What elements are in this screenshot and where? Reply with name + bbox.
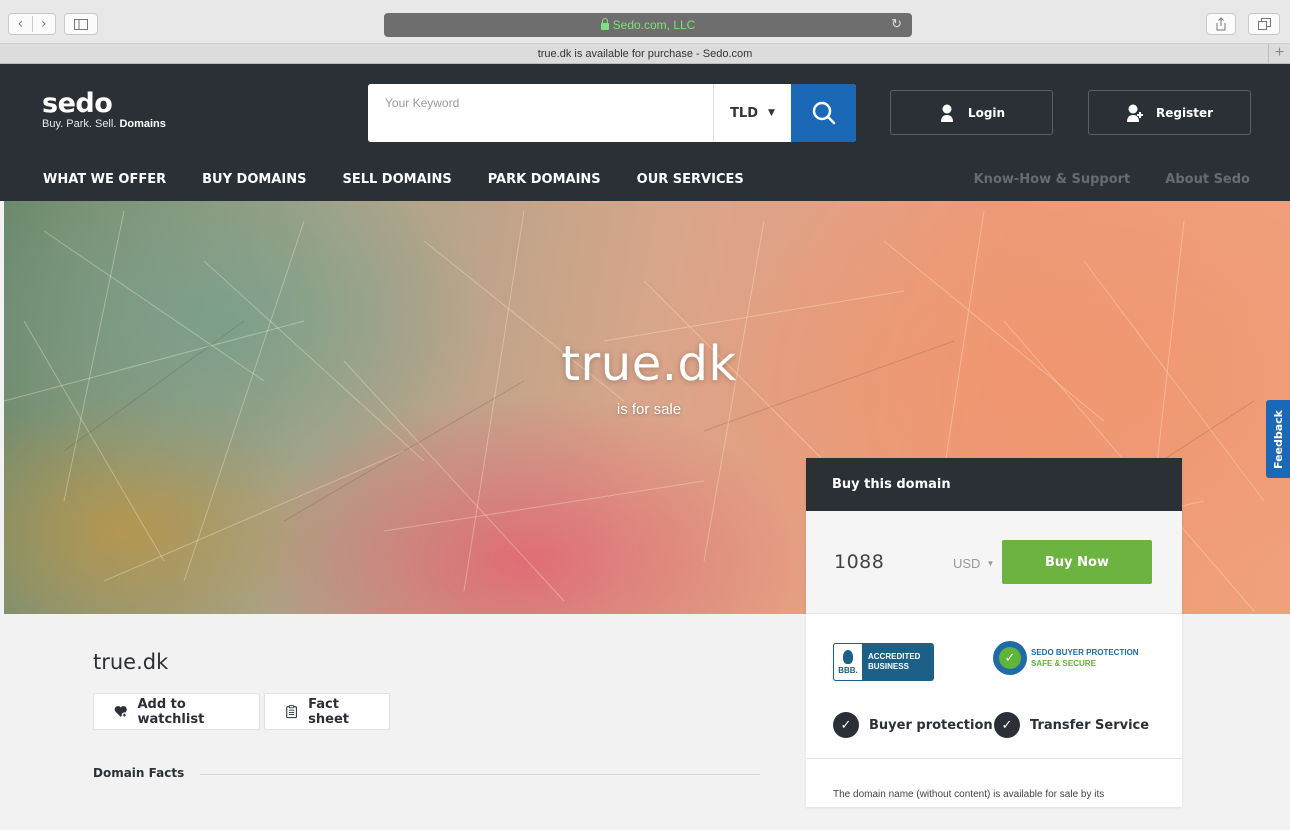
- feature-transfer-service: ✓ Transfer Service: [994, 712, 1149, 738]
- heart-icon: [114, 706, 128, 718]
- main-nav: WHAT WE OFFER BUY DOMAINS SELL DOMAINS P…: [43, 172, 744, 187]
- nav-our-services[interactable]: OUR SERVICES: [637, 172, 744, 187]
- nav-buy-domains[interactable]: BUY DOMAINS: [202, 172, 306, 187]
- back-button[interactable]: ‹: [9, 16, 33, 32]
- caret-down-icon: ▼: [768, 108, 775, 118]
- new-tab-button[interactable]: +: [1268, 44, 1290, 64]
- site-header: sedo Buy. Park. Sell. Domains TLD ▼ Logi…: [0, 64, 1290, 201]
- buyer-protection-badge: ✓ SEDO BUYER PROTECTION SAFE & SECURE: [993, 641, 1139, 675]
- tld-label: TLD: [730, 105, 759, 121]
- sedo-logo[interactable]: sedo Buy. Park. Sell. Domains: [42, 88, 166, 131]
- feature-buyer-protection: ✓ Buyer protection: [833, 712, 993, 738]
- address-text: Sedo.com, LLC: [612, 18, 696, 32]
- tab-title[interactable]: true.dk is available for purchase - Sedo…: [538, 48, 753, 60]
- tabs-icon: [1257, 18, 1271, 30]
- search-input[interactable]: [368, 84, 713, 142]
- price-row: 1088 USD ▼ Buy Now: [806, 511, 1182, 614]
- forward-button[interactable]: ›: [33, 16, 56, 32]
- trust-badges: BBB. ACCREDITED BUSINESS ✓ SEDO BUYER PRO…: [806, 614, 1182, 759]
- login-label: Login: [967, 105, 1006, 120]
- hero-domain-title: true.dk: [561, 336, 737, 392]
- bbb-accredited-badge: BBB. ACCREDITED BUSINESS: [833, 643, 934, 681]
- check-icon: ✓: [833, 712, 859, 738]
- tld-dropdown[interactable]: TLD ▼: [713, 84, 791, 142]
- bbb-seal-icon: BBB.: [833, 643, 863, 681]
- nav-park-domains[interactable]: PARK DOMAINS: [488, 172, 601, 187]
- search-icon: [812, 101, 835, 125]
- domain-search: TLD ▼: [368, 84, 856, 142]
- currency-select[interactable]: USD ▼: [953, 556, 994, 571]
- fact-sheet-button[interactable]: Fact sheet: [264, 693, 390, 730]
- domain-description: The domain name (without content) is ava…: [833, 789, 1105, 800]
- user-icon: [940, 104, 953, 122]
- tab-bar: true.dk is available for purchase - Sedo…: [0, 44, 1290, 64]
- login-button[interactable]: Login: [890, 90, 1053, 135]
- divider: [200, 774, 760, 775]
- nav-know-how-support[interactable]: Know-How & Support: [974, 172, 1131, 187]
- lock-icon: [600, 17, 609, 30]
- address-bar[interactable]: Sedo.com, LLC ↻: [384, 13, 912, 37]
- price-value: 1088: [834, 551, 885, 573]
- clipboard-icon: [286, 705, 297, 719]
- protection-seal-icon: ✓: [993, 641, 1027, 675]
- browser-toolbar: ‹ › Sedo.com, LLC ↻: [0, 0, 1290, 44]
- add-user-icon: [1126, 104, 1143, 122]
- caret-down-icon: ▼: [986, 559, 995, 568]
- history-nav: ‹ ›: [8, 13, 56, 35]
- hero-subtitle: is for sale: [616, 401, 682, 418]
- logo-tagline: Buy. Park. Sell. Domains: [42, 118, 166, 130]
- buy-domain-panel: Buy this domain 1088 USD ▼ Buy Now BBB. A…: [806, 458, 1182, 807]
- secondary-nav: Know-How & Support About Sedo: [974, 172, 1250, 187]
- check-icon: ✓: [994, 712, 1020, 738]
- share-icon: [1216, 17, 1226, 31]
- feedback-tab[interactable]: Feedback: [1266, 400, 1290, 478]
- sidebar-toggle-button[interactable]: [64, 13, 98, 35]
- buy-now-button[interactable]: Buy Now: [1002, 540, 1152, 584]
- buy-panel-heading: Buy this domain: [806, 458, 1182, 511]
- nav-what-we-offer[interactable]: WHAT WE OFFER: [43, 172, 166, 187]
- register-button[interactable]: Register: [1088, 90, 1251, 135]
- show-tabs-button[interactable]: [1248, 13, 1280, 35]
- domain-name-heading: true.dk: [93, 650, 169, 674]
- domain-facts-heading: Domain Facts: [93, 766, 185, 780]
- reload-icon[interactable]: ↻: [891, 16, 902, 32]
- nav-sell-domains[interactable]: SELL DOMAINS: [342, 172, 451, 187]
- share-button[interactable]: [1206, 13, 1236, 35]
- search-button[interactable]: [791, 84, 856, 142]
- nav-about-sedo[interactable]: About Sedo: [1165, 172, 1250, 187]
- sidebar-icon: [74, 18, 88, 30]
- add-to-watchlist-button[interactable]: Add to watchlist: [93, 693, 260, 730]
- logo-wordmark: sedo: [42, 88, 113, 119]
- register-label: Register: [1155, 105, 1214, 120]
